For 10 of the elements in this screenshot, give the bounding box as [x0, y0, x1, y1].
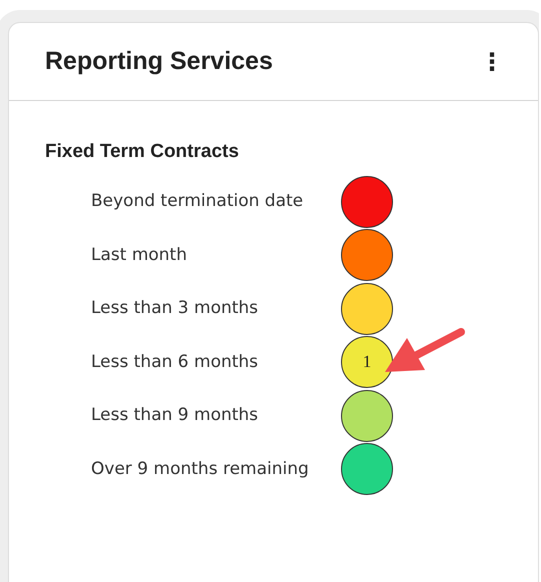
status-label: Less than 9 months: [90, 404, 260, 428]
section-title: Fixed Term Contracts: [45, 141, 240, 163]
status-label: Less than 3 months: [90, 297, 260, 320]
status-label: Beyond termination date: [90, 190, 304, 214]
card-title: Reporting Services: [45, 47, 273, 76]
menu-button[interactable]: ⋮: [476, 48, 508, 76]
status-label: Last month: [90, 244, 188, 267]
status-label: Over 9 months remaining: [90, 458, 310, 481]
status-dot: 1: [341, 336, 393, 388]
status-label: Less than 6 months: [90, 350, 260, 374]
